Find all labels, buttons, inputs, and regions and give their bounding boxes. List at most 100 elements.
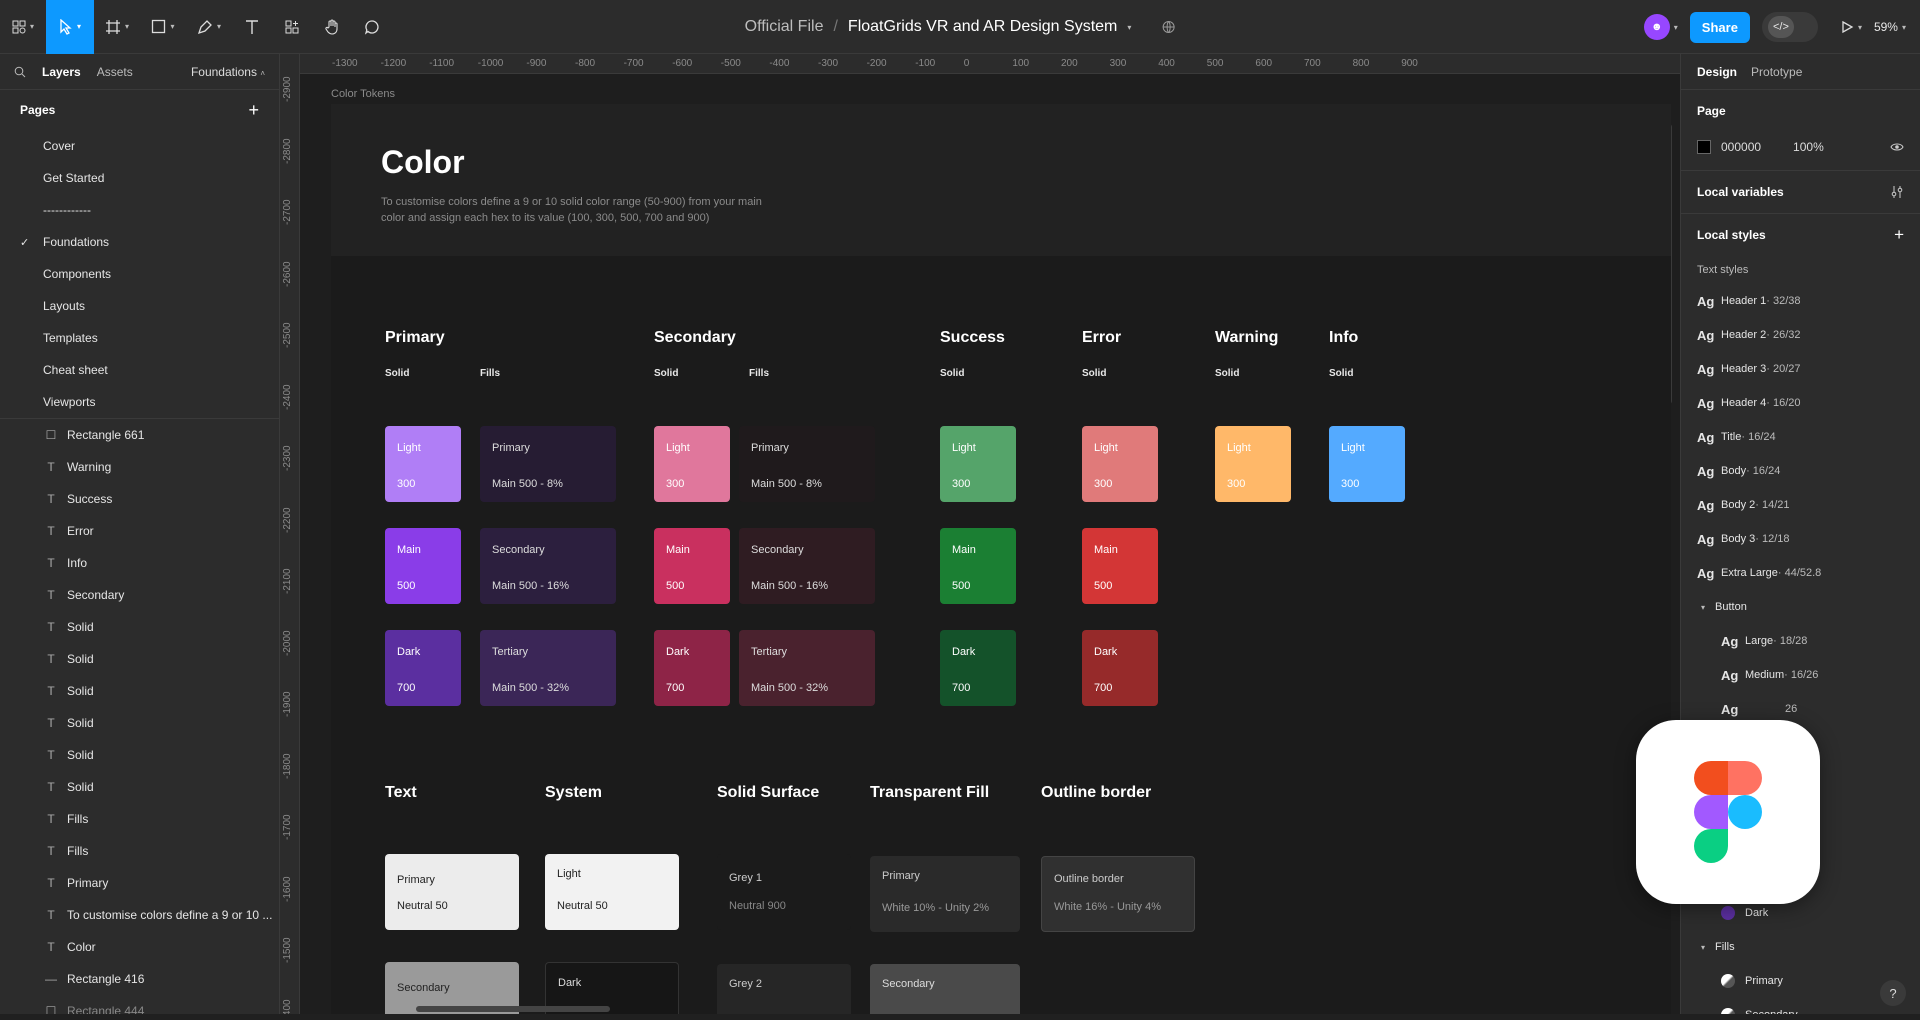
- page-background-row[interactable]: 000000 100%: [1697, 132, 1904, 162]
- text-style-item[interactable]: Ag Body 2 · 14/21: [1697, 488, 1904, 522]
- eye-icon[interactable]: [1890, 142, 1904, 152]
- local-variables-row[interactable]: Local variables: [1697, 171, 1904, 213]
- color-swatch-dark[interactable]: Dark 700: [940, 630, 1016, 706]
- sliders-icon[interactable]: [1890, 185, 1904, 199]
- color-swatch-light[interactable]: Light 300: [1082, 426, 1158, 502]
- text-style-item[interactable]: Ag Medium · 16/26: [1697, 658, 1904, 692]
- layer-row[interactable]: T Solid: [0, 739, 279, 771]
- text-style-item[interactable]: Ag Header 1 · 32/38: [1697, 284, 1904, 318]
- text-style-item[interactable]: Ag Extra Large · 44/52.8: [1697, 556, 1904, 590]
- text-style-item[interactable]: Ag Body 3 · 12/18: [1697, 522, 1904, 556]
- page-item[interactable]: Cheat sheet: [0, 354, 279, 386]
- fill-swatch-tertiary[interactable]: Tertiary Main 500 - 32%: [739, 630, 875, 706]
- text-style-item[interactable]: Ag Header 4 · 16/20: [1697, 386, 1904, 420]
- frame-label[interactable]: Color Tokens: [331, 88, 395, 100]
- globe-icon[interactable]: [1161, 20, 1175, 34]
- layer-row[interactable]: T Success: [0, 483, 279, 515]
- resources-button[interactable]: [272, 0, 312, 54]
- hand-tool-button[interactable]: [312, 0, 352, 54]
- breadcrumb-project[interactable]: Official File: [745, 18, 824, 36]
- tab-prototype[interactable]: Prototype: [1751, 65, 1802, 79]
- text-style-item[interactable]: Ag Header 2 · 26/32: [1697, 318, 1904, 352]
- layer-row[interactable]: T Fills: [0, 803, 279, 835]
- outline-border-card[interactable]: Outline border White 16% - Unity 4%: [1041, 856, 1195, 932]
- layer-row[interactable]: T Error: [0, 515, 279, 547]
- zoom-control[interactable]: 59% ▾: [1874, 20, 1906, 34]
- color-swatch-main[interactable]: Main 500: [385, 528, 461, 604]
- page-opacity[interactable]: 100%: [1793, 140, 1824, 154]
- system-light-card[interactable]: Light Neutral 50: [545, 854, 679, 930]
- fill-swatch-secondary[interactable]: Secondary Main 500 - 16%: [480, 528, 616, 604]
- fills-style-group[interactable]: ▾ Fills: [1697, 930, 1904, 964]
- search-icon[interactable]: [14, 66, 26, 78]
- page-item[interactable]: Cover: [0, 130, 279, 162]
- layer-row[interactable]: T Primary: [0, 867, 279, 899]
- add-page-icon[interactable]: +: [248, 100, 259, 121]
- text-primary-card[interactable]: Primary Neutral 50: [385, 854, 519, 930]
- layer-row[interactable]: ☐ Rectangle 661: [0, 419, 279, 451]
- share-button[interactable]: Share: [1689, 11, 1750, 43]
- layer-row[interactable]: T Solid: [0, 675, 279, 707]
- button-style-group[interactable]: ▾ Button: [1697, 590, 1904, 624]
- help-button[interactable]: ?: [1880, 980, 1906, 1006]
- surface-grey2-card[interactable]: Grey 2: [717, 964, 851, 1020]
- color-swatch-light[interactable]: Light 300: [1329, 426, 1405, 502]
- surface-grey1-card[interactable]: Grey 1 Neutral 900: [717, 854, 851, 930]
- file-name[interactable]: FloatGrids VR and AR Design System: [848, 18, 1117, 36]
- fill-primary-card[interactable]: Primary White 10% - Unity 2%: [870, 856, 1020, 932]
- color-swatch-main[interactable]: Main 500: [940, 528, 1016, 604]
- layer-row[interactable]: T Info: [0, 547, 279, 579]
- color-swatch-light[interactable]: Light 300: [1215, 426, 1291, 502]
- current-page-dropdown[interactable]: Foundations ˄: [191, 65, 265, 79]
- page-color-swatch[interactable]: [1697, 140, 1711, 154]
- fill-swatch-tertiary[interactable]: Tertiary Main 500 - 32%: [480, 630, 616, 706]
- canvas-scrollbar-horizontal[interactable]: [416, 1006, 610, 1012]
- page-item[interactable]: Viewports: [0, 386, 279, 418]
- fill-swatch-primary[interactable]: Primary Main 500 - 8%: [739, 426, 875, 502]
- multiplayer-avatars[interactable]: ☻ ▾: [1643, 14, 1678, 40]
- fill-swatch-secondary[interactable]: Secondary Main 500 - 16%: [739, 528, 875, 604]
- text-style-item[interactable]: Ag Large · 18/28: [1697, 624, 1904, 658]
- shape-tool-button[interactable]: ▾: [140, 0, 186, 54]
- layer-row[interactable]: T Secondary: [0, 579, 279, 611]
- add-style-icon[interactable]: +: [1894, 225, 1904, 245]
- color-swatch-light[interactable]: Light 300: [940, 426, 1016, 502]
- color-tokens-frame[interactable]: Color To customise colors define a 9 or …: [331, 104, 1671, 1020]
- color-swatch-dark[interactable]: Dark 700: [654, 630, 730, 706]
- text-tool-button[interactable]: [232, 0, 272, 54]
- layer-row[interactable]: — Rectangle 416: [0, 963, 279, 995]
- page-item[interactable]: Templates: [0, 322, 279, 354]
- frame-tool-button[interactable]: ▾: [94, 0, 140, 54]
- layer-row[interactable]: T Warning: [0, 451, 279, 483]
- layer-row[interactable]: T Solid: [0, 771, 279, 803]
- dev-mode-toggle[interactable]: </>: [1761, 12, 1818, 42]
- move-tool-button[interactable]: ▾: [46, 0, 94, 54]
- page-color-hex[interactable]: 000000: [1721, 140, 1761, 154]
- fill-style-item[interactable]: Primary: [1697, 964, 1904, 998]
- main-menu-button[interactable]: ▾: [0, 0, 46, 54]
- color-swatch-dark[interactable]: Dark 700: [385, 630, 461, 706]
- layer-row[interactable]: T To customise colors define a 9 or 10 ..…: [0, 899, 279, 931]
- color-swatch-main[interactable]: Main 500: [654, 528, 730, 604]
- comment-tool-button[interactable]: [352, 0, 392, 54]
- text-style-item[interactable]: Ag Body · 16/24: [1697, 454, 1904, 488]
- page-item[interactable]: Get Started: [0, 162, 279, 194]
- color-swatch-light[interactable]: Light 300: [654, 426, 730, 502]
- page-item[interactable]: Components: [0, 258, 279, 290]
- color-swatch-main[interactable]: Main 500: [1082, 528, 1158, 604]
- avatar[interactable]: ☻: [1643, 14, 1670, 40]
- fill-secondary-card[interactable]: Secondary: [870, 964, 1020, 1020]
- page-item[interactable]: ✓ Foundations: [0, 226, 279, 258]
- present-button[interactable]: ▾: [1840, 20, 1862, 34]
- layer-row[interactable]: T Solid: [0, 643, 279, 675]
- color-swatch-light[interactable]: Light 300: [385, 426, 461, 502]
- layer-row[interactable]: T Fills: [0, 835, 279, 867]
- layer-row[interactable]: T Solid: [0, 611, 279, 643]
- canvas[interactable]: -1300 -1200 -1100 -1000 -900 -800 -700 -600 -500…: [280, 54, 1680, 1020]
- tab-assets[interactable]: Assets: [97, 65, 133, 79]
- fill-swatch-primary[interactable]: Primary Main 500 - 8%: [480, 426, 616, 502]
- layer-row[interactable]: T Color: [0, 931, 279, 963]
- layer-row[interactable]: T Solid: [0, 707, 279, 739]
- tab-layers[interactable]: Layers: [42, 65, 81, 79]
- page-item[interactable]: ------------: [0, 194, 279, 226]
